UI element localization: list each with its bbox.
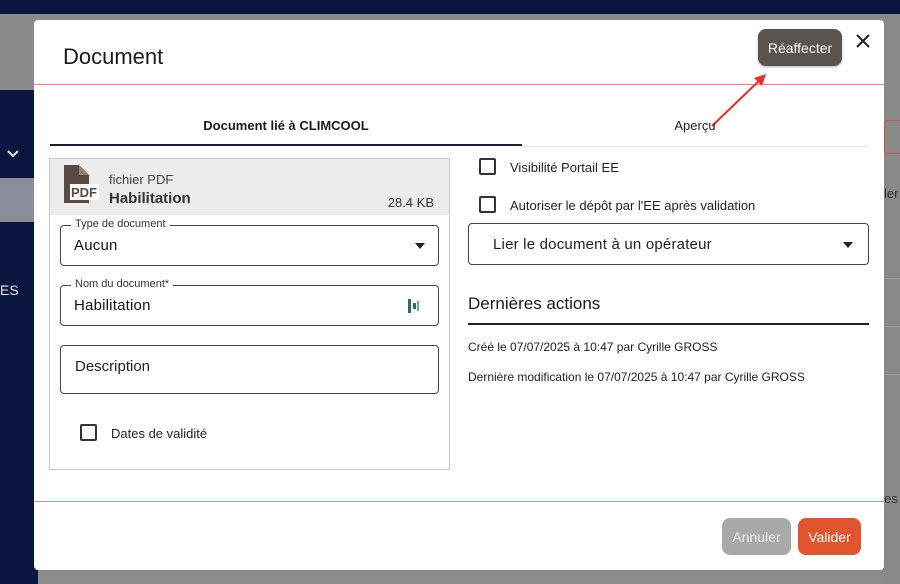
last-action-item: Dernière modification le 07/07/2025 à 10… (468, 370, 805, 384)
tab-document[interactable]: Document lié à CLIMCOOL (50, 105, 522, 145)
chevron-down-icon (6, 146, 20, 162)
app-top-bar (0, 0, 900, 14)
app-sidebar (0, 14, 38, 584)
caret-down-icon (843, 242, 853, 248)
caret-down-icon (415, 243, 425, 249)
submit-button[interactable]: Valider (798, 518, 861, 555)
app-right-text-fragment: es (884, 491, 898, 506)
tab-active-indicator (50, 144, 522, 146)
portal-visibility-checkbox[interactable] (479, 158, 496, 175)
last-actions-underline (468, 323, 869, 325)
footer-divider (34, 501, 884, 502)
document-type-value: Aucun (74, 237, 118, 254)
last-actions-title: Dernières actions (468, 294, 601, 313)
password-manager-icon[interactable] (407, 298, 421, 314)
document-type-label: Type de document (71, 218, 170, 230)
validity-dates-label: Dates de validité (111, 426, 208, 441)
tab-preview[interactable]: Aperçu (522, 105, 868, 145)
app-sidebar-label-fragment: ES (0, 282, 19, 298)
document-type-select[interactable]: Type de document Aucun (60, 218, 439, 266)
document-name-value: Habilitation (74, 297, 151, 314)
document-card: PDF fichier PDF Habilitation 28.4 KB Typ… (49, 158, 450, 470)
pdf-file-icon: PDF (61, 164, 99, 204)
operator-select-value: Lier le document à un opérateur (493, 236, 712, 253)
description-placeholder: Description (75, 358, 151, 375)
allow-upload-checkbox[interactable] (479, 196, 496, 213)
file-size: 28.4 KB (387, 195, 434, 210)
app-right-text-fragment: ler (884, 186, 899, 201)
allow-upload-label: Autoriser le dépôt par l'EE après valida… (510, 198, 756, 213)
app-right-input-fragment (884, 120, 900, 154)
file-name: Habilitation (109, 190, 191, 207)
modal-title: Document (63, 44, 164, 69)
app-right-divider (884, 326, 900, 327)
app-right-divider (884, 374, 900, 375)
operator-select[interactable]: Lier le document à un opérateur (468, 223, 869, 265)
app-sidebar-header (0, 14, 38, 90)
app-sidebar-selected-item (0, 178, 38, 222)
tab-baseline (522, 146, 868, 147)
document-name-label: Nom du document* (71, 278, 174, 290)
last-action-item: Créé le 07/07/2025 à 10:47 par Cyrille G… (468, 340, 718, 354)
cancel-button[interactable]: Annuler (722, 518, 791, 555)
validity-dates-checkbox[interactable] (80, 424, 97, 441)
document-name-field[interactable]: Nom du document* Habilitation (60, 278, 439, 326)
reassign-button[interactable]: Réaffecter (758, 29, 842, 66)
portal-visibility-label: Visibilité Portail EE (510, 160, 619, 175)
file-type: fichier PDF (109, 172, 174, 187)
app-right-divider (884, 278, 900, 279)
close-icon[interactable] (852, 30, 874, 52)
document-modal: Document Réaffecter Document lié à CLIMC… (34, 20, 884, 570)
file-header: PDF fichier PDF Habilitation 28.4 KB (50, 159, 449, 215)
app-bottom-area (38, 570, 884, 584)
svg-text:PDF: PDF (71, 185, 97, 200)
description-field[interactable]: Description (60, 345, 439, 394)
